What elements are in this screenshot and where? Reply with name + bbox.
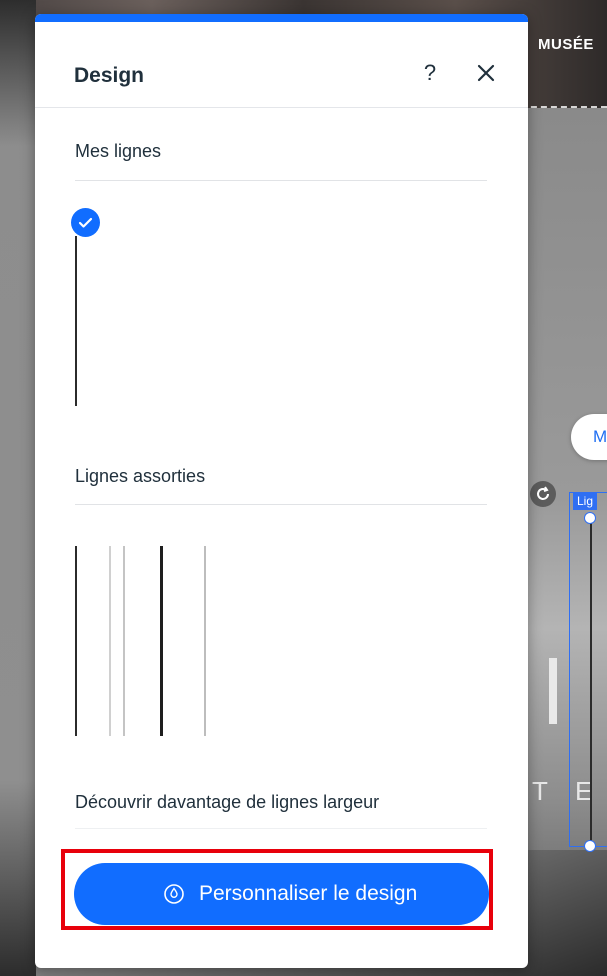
question-icon: ? <box>423 60 437 85</box>
resize-handle-top[interactable] <box>584 512 596 524</box>
line-preview <box>204 546 206 736</box>
close-button[interactable] <box>473 59 499 87</box>
assorted-lines-heading: Lignes assorties <box>75 466 206 486</box>
line-preview <box>75 546 77 736</box>
assorted-lines-divider <box>75 504 487 505</box>
assorted-line-option[interactable] <box>123 546 129 736</box>
checkmark-icon <box>78 217 93 228</box>
panel-title: Design <box>74 64 145 87</box>
panel-accent-bar <box>35 14 528 22</box>
drop-icon <box>164 884 184 904</box>
line-preview <box>123 546 125 736</box>
my-lines-heading: Mes lignes <box>75 141 162 161</box>
site-menu-item[interactable]: MUSÉE <box>538 36 594 53</box>
discover-more-lines-link[interactable]: Découvrir davantage de lignes largeur <box>75 792 379 813</box>
site-letter: T <box>532 776 548 806</box>
help-button[interactable]: ? <box>419 58 441 88</box>
line-preview <box>160 546 163 736</box>
line-preview <box>109 546 111 736</box>
customize-design-label: Personnaliser le design <box>199 882 418 905</box>
assorted-line-option[interactable] <box>204 546 210 736</box>
site-vertical-bar <box>549 658 557 724</box>
close-icon <box>477 64 495 82</box>
selection-tag: Lig <box>573 492 598 510</box>
selected-line-frame[interactable] <box>569 492 607 847</box>
selected-check-badge <box>71 208 100 237</box>
design-panel: Design ? Mes lignes Lignes assorties Déc… <box>35 14 528 968</box>
line-preview <box>75 236 77 406</box>
rotate-icon[interactable] <box>530 481 556 507</box>
pill-label: M <box>593 427 607 446</box>
assorted-line-option[interactable] <box>109 546 115 736</box>
resize-handle-bottom[interactable] <box>584 840 596 852</box>
canvas-left-edge <box>0 0 36 976</box>
panel-header: Design ? <box>35 22 528 108</box>
customize-design-button[interactable]: Personnaliser le design <box>74 863 489 925</box>
selected-line-element[interactable] <box>590 518 592 846</box>
my-lines-divider <box>75 180 487 181</box>
discover-divider <box>75 828 487 829</box>
assorted-line-option[interactable] <box>75 546 81 736</box>
assorted-line-option[interactable] <box>160 546 166 736</box>
my-line-option[interactable] <box>71 208 111 412</box>
